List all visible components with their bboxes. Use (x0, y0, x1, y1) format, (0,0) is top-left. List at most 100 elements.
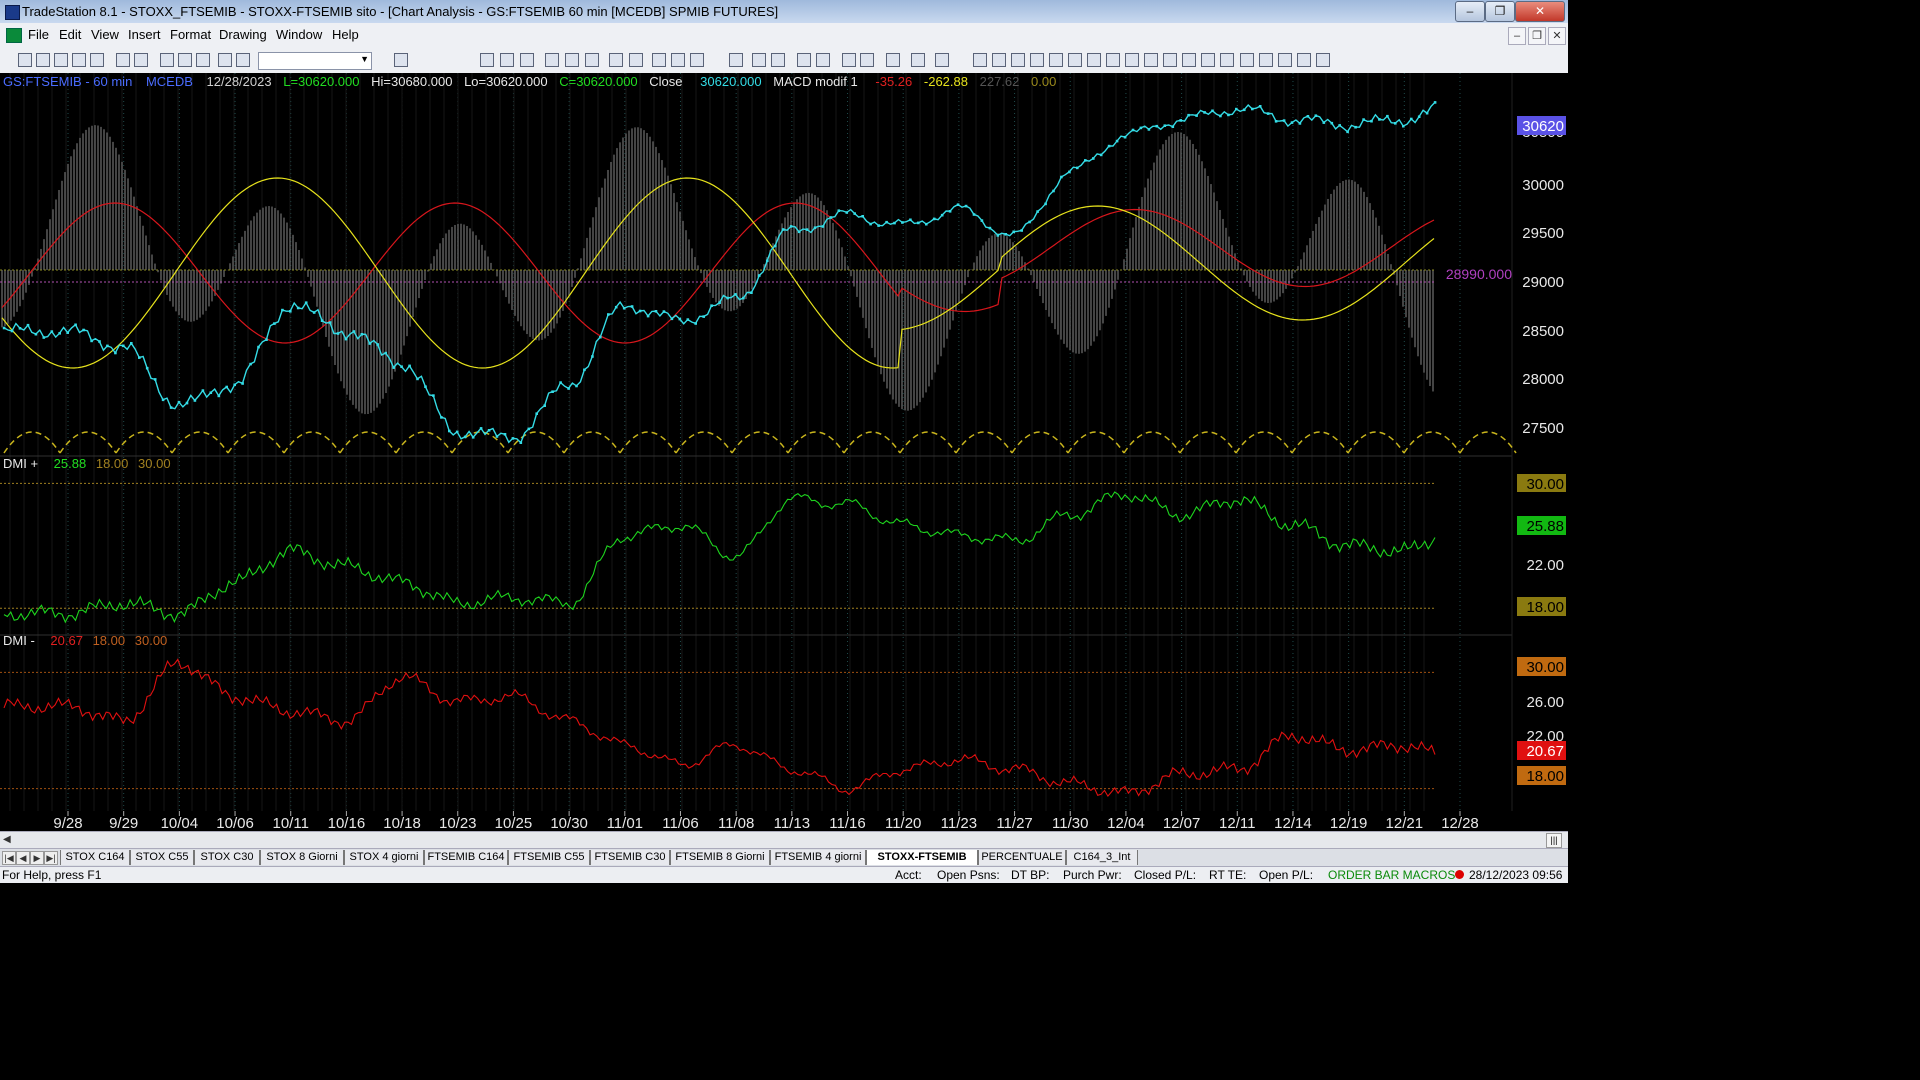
ellipse-icon[interactable] (1278, 53, 1292, 67)
arrow-lr-icon[interactable] (1144, 53, 1158, 67)
scroll-thumb[interactable]: ||| (1546, 833, 1562, 848)
search-icon[interactable] (394, 53, 408, 67)
tab-last-icon[interactable]: ▶| (44, 851, 58, 865)
chart-window-icon (6, 28, 22, 43)
status-order-bar-macros[interactable]: ORDER BAR MACROS (1328, 868, 1455, 882)
chart-area[interactable]: GS:FTSEMIB - 60 min MCEDB 12/28/2023 L=3… (0, 73, 1568, 832)
symbol-combo[interactable]: ▼ (258, 52, 372, 70)
color-icon[interactable] (236, 53, 250, 67)
date-label: 10/18 (383, 815, 421, 831)
channel-icon[interactable] (1087, 53, 1101, 67)
cycle-icon[interactable] (1201, 53, 1215, 67)
tab-stox-4-giorni[interactable]: STOX 4 giorni (344, 850, 424, 865)
compress-icon[interactable] (771, 53, 785, 67)
expand-icon[interactable] (752, 53, 766, 67)
tab-stox-c164[interactable]: STOX C164 (60, 850, 130, 865)
freehand-icon[interactable] (1220, 53, 1234, 67)
format-symbol-icon[interactable] (609, 53, 623, 67)
trendline-icon[interactable] (973, 53, 987, 67)
price-dot (296, 306, 300, 310)
layers-icon[interactable] (935, 53, 949, 67)
tab-stoxx-ftsemib-sito[interactable]: STOXX-FTSEMIB sito (866, 850, 978, 878)
chart-style-icon[interactable] (545, 53, 559, 67)
tab-ftsemib-8-giorni[interactable]: FTSEMIB 8 Giorni (670, 850, 770, 865)
paint-icon[interactable] (218, 53, 232, 67)
menu-view[interactable]: View (91, 27, 119, 42)
andrews-icon[interactable] (1182, 53, 1196, 67)
tab-stox-c30[interactable]: STOX C30 (194, 850, 260, 865)
fibonacci-icon[interactable] (1030, 53, 1044, 67)
date-label: 10/04 (161, 815, 199, 831)
tab-ftsemib-4-giorni[interactable]: FTSEMIB 4 giorni (770, 850, 866, 865)
close-button[interactable]: ✕ (1515, 1, 1565, 22)
rectangle-icon[interactable] (1297, 53, 1311, 67)
mdi-minimize-button[interactable]: – (1508, 27, 1526, 45)
arrow-down-icon[interactable] (1240, 53, 1254, 67)
mdi-close-button[interactable]: ✕ (1548, 27, 1566, 45)
candle-icon[interactable] (671, 53, 685, 67)
sync-icon[interactable] (565, 53, 579, 67)
arrow-up-icon[interactable] (1259, 53, 1273, 67)
text-icon[interactable] (1316, 53, 1330, 67)
price-dot (909, 218, 912, 222)
menu-window[interactable]: Window (276, 27, 322, 42)
mdi-restore-button[interactable]: ❐ (1528, 27, 1546, 45)
open-icon[interactable] (54, 53, 68, 67)
zoom-out-icon[interactable] (816, 53, 830, 67)
gann-icon[interactable] (1106, 53, 1120, 67)
bar-chart-icon[interactable] (652, 53, 666, 67)
tab-c164-3-int[interactable]: C164_3_Int (1066, 850, 1138, 865)
price-dot (289, 310, 292, 313)
status-closed-pl: Closed P/L: (1134, 868, 1197, 882)
data-window-icon[interactable] (911, 53, 925, 67)
zoom-in-icon[interactable] (797, 53, 811, 67)
grid-icon[interactable] (520, 53, 534, 67)
refresh-icon[interactable] (160, 53, 174, 67)
minimize-button[interactable]: – (1455, 1, 1485, 22)
format-window-icon[interactable] (629, 53, 643, 67)
horizontal-scrollbar[interactable]: ◀ ||| (0, 831, 1568, 849)
reload-icon[interactable] (178, 53, 192, 67)
restore-button[interactable]: ❐ (1485, 1, 1515, 22)
insert-indicator-icon[interactable] (480, 53, 494, 67)
menu-file[interactable]: File (28, 27, 49, 42)
select-icon[interactable] (860, 53, 874, 67)
menu-drawing[interactable]: Drawing (219, 27, 267, 42)
scroll-left-icon[interactable]: ◀ (3, 834, 11, 845)
new-icon[interactable] (18, 53, 32, 67)
date-label: 10/16 (328, 815, 366, 831)
menu-format[interactable]: Format (170, 27, 211, 42)
lock-icon[interactable] (196, 53, 210, 67)
link-icon[interactable] (585, 53, 599, 67)
print-icon[interactable] (134, 53, 148, 67)
price-dot (471, 436, 475, 439)
new-workspace-icon[interactable] (36, 53, 50, 67)
arc-icon[interactable] (1049, 53, 1063, 67)
vertical-line-icon[interactable] (992, 53, 1006, 67)
date-label: 11/13 (774, 815, 810, 831)
tab-prev-icon[interactable]: ◀ (16, 851, 30, 865)
tab-first-icon[interactable]: |◀ (2, 851, 16, 865)
insert-strategy-icon[interactable] (500, 53, 514, 67)
tab-next-icon[interactable]: ▶ (30, 851, 44, 865)
tab-ftsemib-c30[interactable]: FTSEMIB C30 (590, 850, 670, 865)
menu-help[interactable]: Help (332, 27, 359, 42)
tab-stox-c55[interactable]: STOX C55 (130, 850, 194, 865)
angle-icon[interactable] (1125, 53, 1139, 67)
bar-spacing-icon[interactable] (729, 53, 743, 67)
line-chart-icon[interactable] (690, 53, 704, 67)
parallel-icon[interactable] (1163, 53, 1177, 67)
horizontal-line-icon[interactable] (1011, 53, 1025, 67)
tab-ftsemib-c55[interactable]: FTSEMIB C55 (508, 850, 590, 865)
save-icon[interactable] (116, 53, 130, 67)
folder-icon[interactable] (90, 53, 104, 67)
speed-line-icon[interactable] (1068, 53, 1082, 67)
menu-edit[interactable]: Edit (59, 27, 81, 42)
tab-percentuale[interactable]: PERCENTUALE (978, 850, 1066, 865)
new-window-icon[interactable] (72, 53, 86, 67)
menu-insert[interactable]: Insert (128, 27, 161, 42)
tab-ftsemib-c164[interactable]: FTSEMIB C164 (424, 850, 508, 865)
pointer-icon[interactable] (842, 53, 856, 67)
tools-icon[interactable] (886, 53, 900, 67)
tab-stox-8-giorni[interactable]: STOX 8 Giorni (260, 850, 344, 865)
